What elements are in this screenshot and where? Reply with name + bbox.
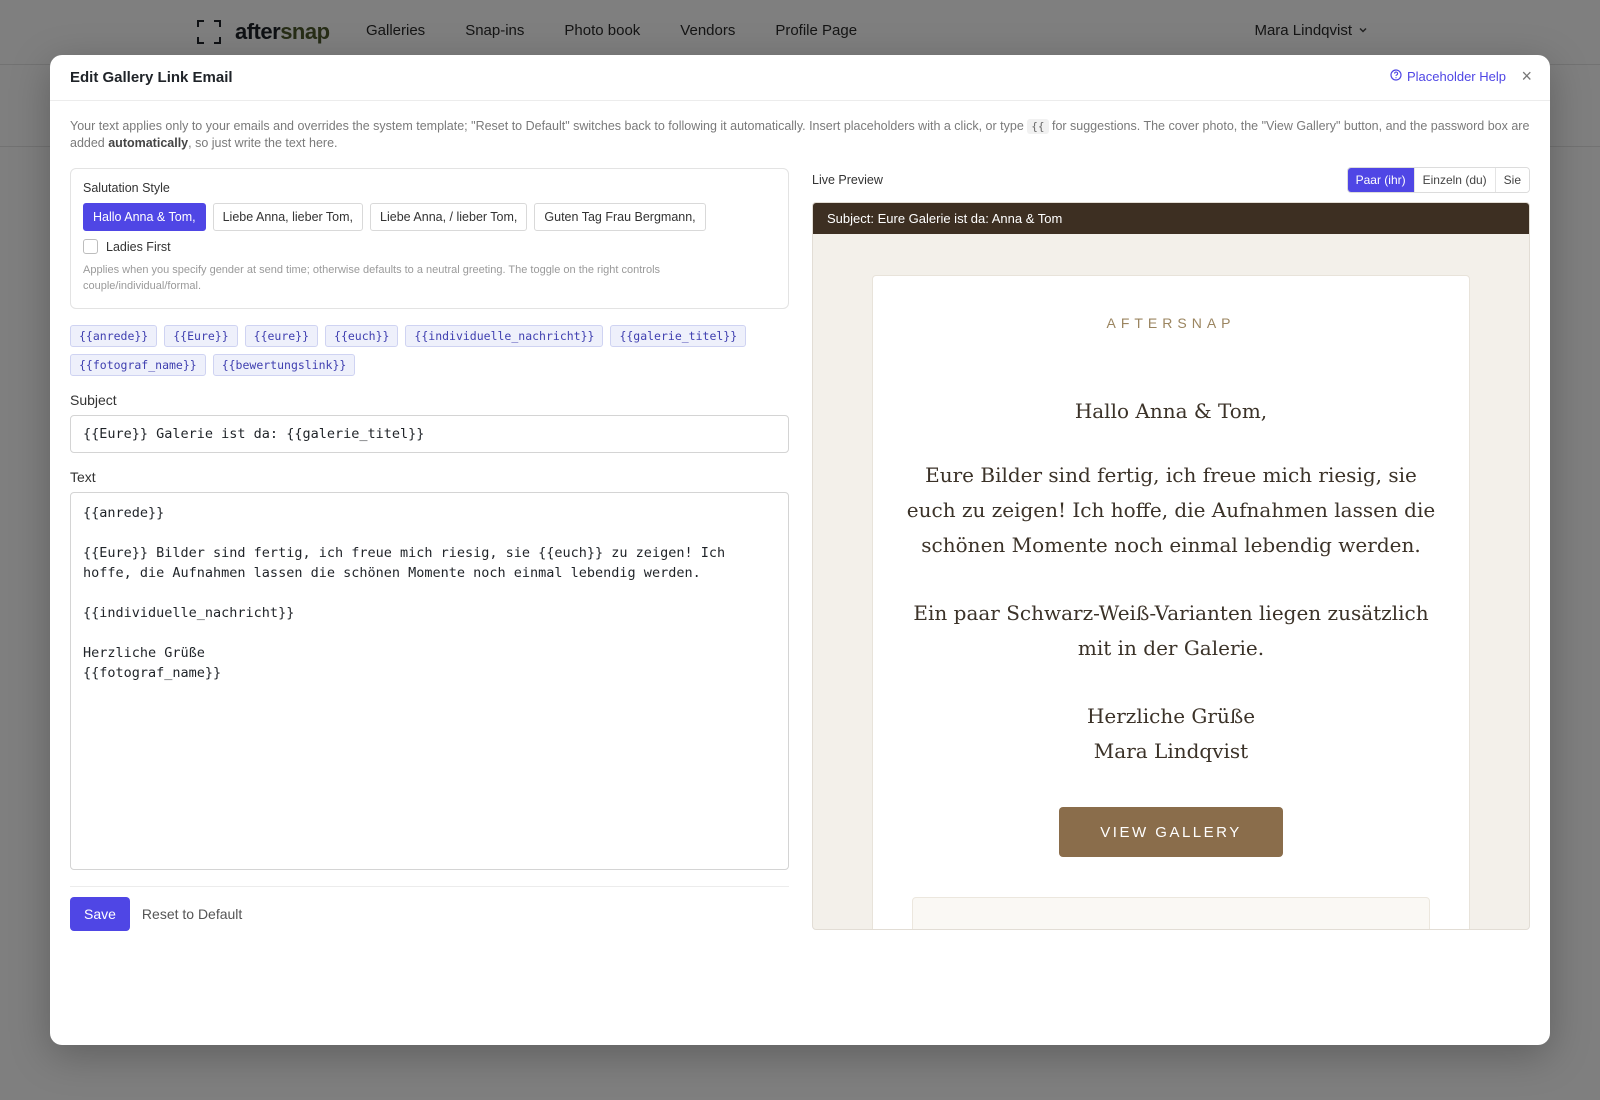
preview-column: Live Preview Paar (ihr) Einzeln (du) Sie… — [812, 167, 1530, 930]
placeholder-trigger-code: {{ — [1027, 119, 1049, 134]
placeholder-help-label: Placeholder Help — [1406, 69, 1506, 84]
salutation-note: Applies when you specify gender at send … — [83, 264, 661, 292]
placeholder-chip-individuelle-nachricht[interactable]: {{individuelle_nachricht}} — [405, 325, 604, 347]
address-mode-toggle: Paar (ihr) Einzeln (du) Sie — [1346, 167, 1530, 193]
view-gallery-button[interactable]: VIEW GALLERY — [1059, 807, 1283, 857]
subject-input[interactable]: {{Eure}} Galerie ist da: {{galerie_titel… — [70, 415, 789, 453]
editor-column: Salutation Style Hallo Anna & Tom, Liebe… — [70, 168, 789, 931]
preview-header: Live Preview Paar (ihr) Einzeln (du) Sie — [812, 167, 1530, 193]
ladies-first-checkbox[interactable] — [83, 239, 98, 254]
salutation-option-formal[interactable]: Guten Tag Frau Bergmann, — [534, 203, 706, 231]
salutation-option-liebe-lieber[interactable]: Liebe Anna, lieber Tom, — [212, 203, 364, 231]
email-paragraph-1: Eure Bilder sind fertig, ich freue mich … — [906, 463, 1436, 557]
placeholder-help-link[interactable]: Placeholder Help — [1390, 69, 1506, 84]
email-preview-frame[interactable]: Subject: Eure Galerie ist da: Anna & Tom… — [812, 202, 1530, 930]
salutation-options: Hallo Anna & Tom, Liebe Anna, lieber Tom… — [83, 203, 776, 231]
edit-email-modal: Edit Gallery Link Email Placeholder Help… — [50, 55, 1550, 1045]
mode-formal[interactable]: Sie — [1494, 168, 1529, 192]
close-icon[interactable]: × — [1521, 67, 1532, 85]
text-label: Text — [70, 469, 96, 485]
preview-subject-bar: Subject: Eure Galerie ist da: Anna & Tom — [813, 203, 1529, 234]
password-box — [912, 897, 1430, 929]
placeholder-chip-galerie-titel[interactable]: {{galerie_titel}} — [610, 325, 747, 347]
email-card: AFTERSNAP Hallo Anna & Tom, Eure Bilder … — [872, 275, 1470, 929]
live-preview-label: Live Preview — [812, 173, 883, 187]
mode-couple[interactable]: Paar (ihr) — [1347, 168, 1414, 192]
placeholder-chip-fotograf-name[interactable]: {{fotograf_name}} — [70, 354, 206, 376]
email-brand: AFTERSNAP — [1106, 315, 1236, 331]
email-paragraph-2: Ein paar Schwarz-Weiß-Varianten liegen z… — [913, 601, 1429, 660]
placeholder-chips: {{anrede}} {{Eure}} {{eure}} {{euch}} {{… — [70, 325, 789, 376]
intro-text: Your text applies only to your emails an… — [70, 119, 1530, 150]
email-text-textarea[interactable]: {{anrede}} {{Eure}} Bilder sind fertig, … — [70, 492, 789, 870]
modal-title: Edit Gallery Link Email — [70, 69, 233, 86]
salutation-style-box: Salutation Style Hallo Anna & Tom, Liebe… — [70, 168, 789, 309]
salutation-option-liebe-lieber-split[interactable]: Liebe Anna, / lieber Tom, — [370, 203, 528, 231]
divider — [70, 886, 789, 887]
save-button[interactable]: Save — [70, 897, 130, 931]
ladies-first-label: Ladies First — [106, 239, 171, 254]
placeholder-chip-bewertungslink[interactable]: {{bewertungslink}} — [212, 354, 356, 376]
subject-label: Subject — [70, 392, 117, 408]
salutation-style-label: Salutation Style — [83, 181, 170, 195]
email-greeting: Hallo Anna & Tom, — [1074, 399, 1268, 423]
modal-header: Edit Gallery Link Email Placeholder Help… — [50, 55, 1550, 101]
email-closing-line: Herzliche Grüße — [1086, 704, 1256, 728]
email-closing: Herzliche Grüße Mara Lindqvist — [873, 699, 1469, 769]
placeholder-chip-anrede[interactable]: {{anrede}} — [70, 325, 158, 347]
reset-to-default-button[interactable]: Reset to Default — [142, 897, 242, 931]
ladies-first-toggle[interactable]: Ladies First — [83, 239, 776, 254]
salutation-option-couple-informal[interactable]: Hallo Anna & Tom, — [83, 203, 206, 231]
help-circle-icon — [1390, 69, 1402, 84]
placeholder-chip-eure[interactable]: {{eure}} — [244, 325, 319, 347]
modal-actions: Save Reset to Default — [70, 897, 789, 931]
mode-individual[interactable]: Einzeln (du) — [1413, 168, 1495, 192]
email-signature: Mara Lindqvist — [1093, 739, 1249, 763]
placeholder-chip-euch[interactable]: {{euch}} — [325, 325, 399, 347]
placeholder-chip-Eure[interactable]: {{Eure}} — [164, 325, 238, 347]
